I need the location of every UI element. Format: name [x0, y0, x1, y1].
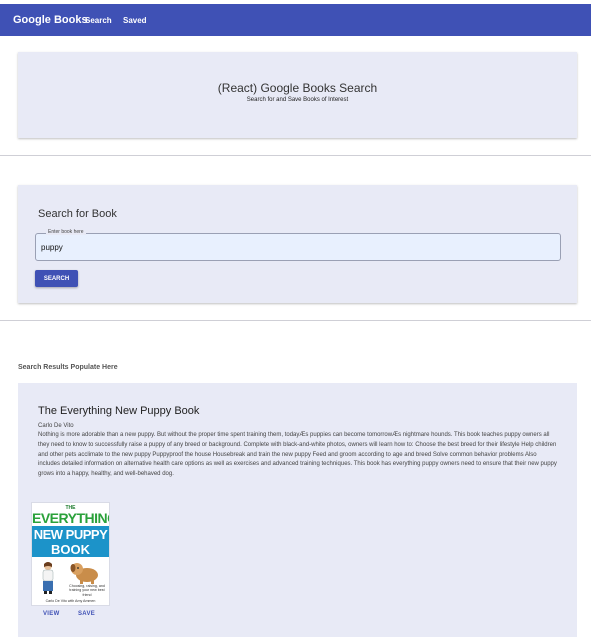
cover-text-everything: EVERYTHING [32, 510, 110, 526]
puppy-illustration [70, 563, 98, 584]
jumbotron-subtitle: Search for and Save Books of Interest [246, 97, 349, 103]
jumbotron: (React) Google Books Search Search for a… [18, 52, 577, 138]
book-cover-image: THE EVERYTHING NEW PUPPY BOOK Choosing, … [31, 502, 110, 606]
girl-illustration [42, 562, 54, 594]
navbar: Google Books Search Saved [0, 4, 591, 36]
book-title: The Everything New Puppy Book [38, 405, 200, 417]
save-button[interactable]: SAVE [78, 611, 95, 617]
navbar-brand[interactable]: Google Books [13, 14, 88, 26]
view-button[interactable]: VIEW [43, 611, 60, 617]
book-author: Carlo De Vito [38, 423, 74, 429]
search-button[interactable]: SEARCH [35, 270, 78, 287]
divider [0, 155, 591, 156]
divider [0, 320, 591, 321]
search-card: Search for Book Enter book here SEARCH [18, 185, 577, 303]
search-heading: Search for Book [38, 208, 117, 220]
results-heading: Search Results Populate Here [18, 364, 118, 371]
book-result-card: The Everything New Puppy Book Carlo De V… [18, 383, 577, 637]
cover-text-book: BOOK [51, 542, 90, 557]
search-input[interactable] [35, 233, 561, 261]
book-description: Nothing is more adorable than a new pupp… [38, 432, 557, 478]
jumbotron-title: (React) Google Books Search [217, 81, 378, 95]
nav-link-saved[interactable]: Saved [123, 16, 147, 25]
cover-text-new-puppy: NEW PUPPY [33, 527, 108, 542]
nav-link-search[interactable]: Search [85, 16, 112, 25]
cover-authors: Carlo De Vito with Amy Ammen [45, 599, 96, 603]
cover-tagline: Choosing, raising, and training your new… [69, 584, 105, 597]
search-field-label: Enter book here [46, 229, 86, 235]
